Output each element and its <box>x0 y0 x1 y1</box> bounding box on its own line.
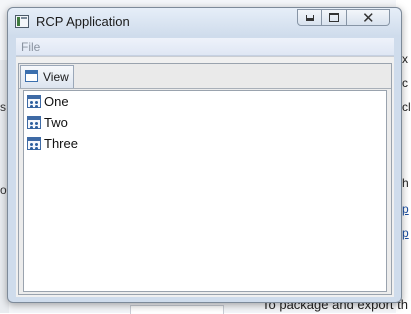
maximize-icon <box>329 13 339 22</box>
title-bar[interactable]: RCP Application ✕ <box>8 8 401 36</box>
view-icon <box>25 70 38 82</box>
list-item[interactable]: Two <box>27 114 147 132</box>
view-part: View One Two Three <box>18 63 392 295</box>
minimize-button[interactable] <box>297 9 322 26</box>
app-window-icon <box>15 15 29 28</box>
background-right-text: c <box>402 76 408 90</box>
background-right-link[interactable]: p <box>402 226 409 240</box>
view-tab-label: View <box>43 70 69 84</box>
workbench-area: View One Two Three <box>16 56 394 297</box>
element-icon <box>27 95 41 108</box>
background-left-text: s <box>0 100 6 114</box>
window-title: RCP Application <box>36 14 130 29</box>
rcp-application-window: RCP Application ✕ File View One Two Thre… <box>7 7 402 303</box>
maximize-button[interactable] <box>322 9 347 26</box>
background-right-link[interactable]: p <box>402 202 409 216</box>
tab-view[interactable]: View <box>20 65 74 88</box>
list-item-label: Three <box>44 136 78 151</box>
minimize-icon <box>306 15 314 21</box>
close-icon: ✕ <box>362 9 375 27</box>
background-right-text: h <box>402 176 409 190</box>
close-button[interactable]: ✕ <box>347 9 390 27</box>
menu-file[interactable]: File <box>21 40 40 54</box>
view-list[interactable]: One Two Three <box>23 90 387 292</box>
background-right-text: cl <box>402 100 411 114</box>
element-icon <box>27 137 41 150</box>
background-right-text: x <box>402 52 408 66</box>
list-item[interactable]: One <box>27 93 147 111</box>
element-icon <box>27 116 41 129</box>
list-item-label: Two <box>44 115 68 130</box>
background-left-text: o <box>0 183 7 197</box>
view-tab-strip: View <box>19 64 391 89</box>
list-item-label: One <box>44 94 69 109</box>
list-item[interactable]: Three <box>27 135 147 153</box>
menu-bar: File <box>16 38 394 56</box>
